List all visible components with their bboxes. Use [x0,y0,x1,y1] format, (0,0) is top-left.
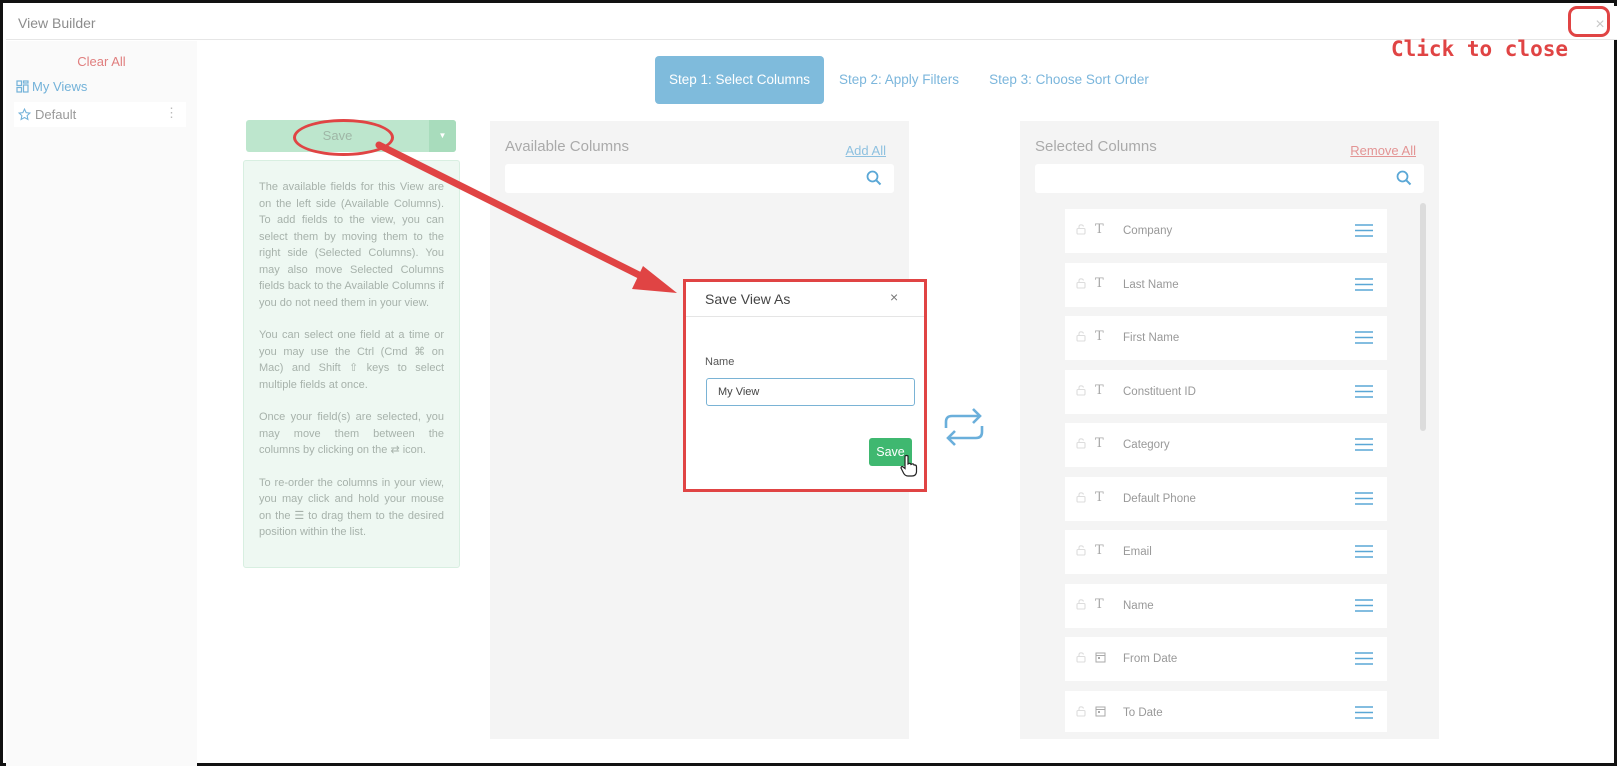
calendar-icon [1095,652,1106,663]
text-type-icon: T [1095,275,1104,291]
column-item[interactable]: T Constituent ID [1065,369,1387,414]
column-label: Company [1123,225,1173,237]
window-frame: View Builder × Clear All My Views Defaul… [0,0,1617,766]
dialog-divider [686,316,924,317]
tab-step-3[interactable]: Step 3: Choose Sort Order [974,56,1164,104]
annotation-close-ring [1568,6,1610,37]
column-item[interactable]: To Date [1065,690,1387,732]
star-icon [18,108,31,121]
column-label: Constituent ID [1123,385,1196,398]
drag-handle-icon[interactable] [1355,437,1373,452]
text-type-icon: T [1095,222,1104,237]
search-icon[interactable] [1396,170,1412,186]
more-options-icon[interactable]: ⋮ [165,105,178,121]
selected-columns-panel: Selected Columns Remove All T Company T Las… [1020,121,1439,739]
lock-icon[interactable] [1075,330,1087,342]
add-all-link[interactable]: Add All [846,143,886,158]
available-columns-title: Available Columns [505,138,629,155]
column-label: Last Name [1123,278,1179,291]
tab-step-1[interactable]: Step 1: Select Columns [655,56,824,104]
text-type-icon: T [1095,329,1104,344]
drag-handle-icon[interactable] [1355,705,1373,720]
lock-icon[interactable] [1075,651,1087,663]
column-item[interactable]: T Category [1065,423,1387,467]
view-name-input[interactable] [706,378,915,406]
column-item[interactable]: From Date [1065,637,1387,681]
my-views-link[interactable]: My Views [16,79,87,94]
column-label: Email [1123,546,1152,558]
help-paragraph: The available fields for this View are o… [259,181,444,309]
text-type-icon: T [1095,543,1104,558]
lock-icon[interactable] [1075,223,1087,235]
calendar-icon [1095,706,1106,716]
remove-all-link[interactable]: Remove All [1350,143,1416,158]
drag-handle-icon[interactable] [1355,491,1373,506]
help-paragraph: You can select one field at a time or yo… [259,329,444,391]
lock-icon[interactable] [1075,598,1087,610]
column-label: Name [1123,599,1154,612]
drag-handle-icon[interactable] [1355,651,1373,666]
drag-handle-icon[interactable] [1355,544,1373,559]
drag-handle-icon[interactable] [1355,598,1373,613]
window-title: View Builder [18,15,96,31]
column-item[interactable]: T First Name [1065,316,1387,360]
search-icon[interactable] [866,170,882,186]
sidebar: Clear All My Views Default ⋮ [6,41,197,766]
scrollbar[interactable] [1420,203,1426,431]
annotation-click-to-close: Click to close [1391,37,1569,61]
column-item[interactable]: T Name [1065,583,1387,628]
drag-handle-icon[interactable] [1355,384,1373,399]
column-label: Category [1123,439,1170,451]
sidebar-item-label: Default [35,107,77,122]
column-label: To Date [1123,706,1163,719]
text-type-icon: T [1095,436,1104,451]
column-item[interactable]: T Default Phone [1065,476,1387,521]
column-label: From Date [1123,653,1178,665]
drag-handle-icon[interactable] [1355,223,1373,238]
help-text-panel: The available fields for this View are o… [243,160,460,568]
text-type-icon: T [1095,596,1104,612]
clear-all-link[interactable]: Clear All [6,54,197,69]
annotation-ellipse [293,119,394,156]
swap-columns-icon[interactable] [940,404,988,450]
name-label: Name [705,356,735,368]
step-tabs: Step 1: Select Columns Step 2: Apply Fil… [655,56,1164,104]
sidebar-item-default[interactable]: Default ⋮ [14,102,186,127]
column-item[interactable]: T Email [1065,530,1387,574]
drag-handle-icon[interactable] [1355,277,1373,292]
views-grid-icon [16,80,29,93]
save-dropdown-caret-icon[interactable]: ▼ [429,120,456,152]
help-paragraph: Once your field(s) are selected, you may… [259,411,444,456]
selected-search-input[interactable] [1035,164,1424,193]
text-type-icon: T [1095,382,1104,398]
lock-icon[interactable] [1075,491,1087,503]
lock-icon[interactable] [1075,384,1087,396]
lock-icon[interactable] [1075,705,1087,717]
column-item[interactable]: T Last Name [1065,262,1387,307]
column-item[interactable]: T Company [1065,209,1387,253]
selected-columns-list: T Company T Last Name T First Name T Constituen… [1065,209,1387,732]
lock-icon[interactable] [1075,277,1087,289]
dialog-close-icon[interactable]: × [890,289,898,305]
lock-icon[interactable] [1075,437,1087,449]
available-search-input[interactable] [505,164,894,193]
column-label: First Name [1123,332,1180,344]
text-type-icon: T [1095,489,1104,505]
save-view-dialog: Save View As × Name Save [683,279,927,492]
hand-cursor-icon [900,454,918,477]
tab-step-2[interactable]: Step 2: Apply Filters [824,56,974,104]
drag-handle-icon[interactable] [1355,330,1373,345]
column-label: Default Phone [1123,492,1196,505]
my-views-label: My Views [32,79,88,94]
dialog-title: Save View As [705,291,791,307]
lock-icon[interactable] [1075,544,1087,556]
title-bar: View Builder × [6,6,1617,40]
help-paragraph: To re-order the columns in your view, yo… [259,476,444,539]
selected-columns-title: Selected Columns [1035,138,1157,155]
